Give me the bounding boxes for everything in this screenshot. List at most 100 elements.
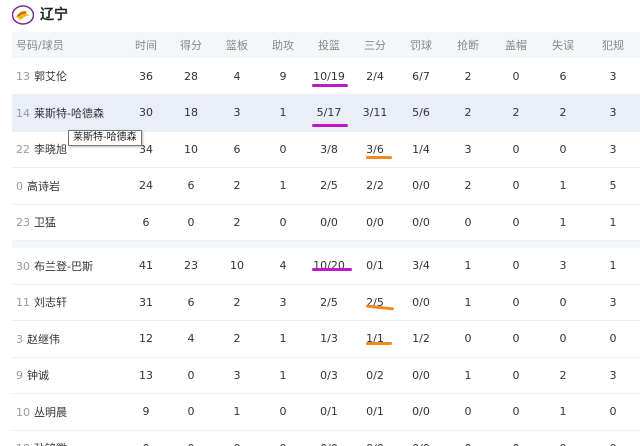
player-name[interactable]: 郭艾伦 bbox=[34, 70, 67, 83]
highlight-underline bbox=[312, 268, 352, 271]
stat-blocks: 0 bbox=[492, 247, 540, 285]
stat-minutes: 41 bbox=[124, 247, 168, 285]
table-row[interactable]: 0 高诗岩 24 6 2 1 2/5 2/2 0/0 2 0 1 5 bbox=[12, 167, 640, 205]
stat-steals: 3 bbox=[444, 131, 492, 168]
stat-assists: 3 bbox=[260, 284, 306, 321]
stat-free-throws: 0/0 bbox=[398, 393, 444, 431]
col-header-player: 号码/球员 bbox=[12, 32, 124, 58]
stat-fouls: 1 bbox=[586, 204, 640, 241]
stat-points: 18 bbox=[168, 94, 214, 132]
player-number: 14 bbox=[16, 106, 30, 120]
stat-free-throws: 6/7 bbox=[398, 58, 444, 95]
stat-turnovers: 1 bbox=[540, 393, 586, 431]
table-row[interactable]: 23 卫猛 6 0 2 0 0/0 0/0 0/0 0 0 1 1 bbox=[12, 204, 640, 241]
stat-turnovers: 0 bbox=[540, 430, 586, 446]
stat-rebounds: 2 bbox=[214, 167, 260, 205]
stat-assists: 0 bbox=[260, 131, 306, 168]
player-cell: 3 赵继伟 bbox=[12, 320, 124, 358]
stat-three-points: 0/1 bbox=[352, 247, 398, 285]
player-number: 11 bbox=[16, 296, 30, 310]
stat-rebounds: 2 bbox=[214, 284, 260, 321]
table-row[interactable]: 18孙铭徽00000/00/00/00000 bbox=[12, 430, 640, 446]
stat-rebounds: 10 bbox=[214, 247, 260, 285]
stat-turnovers: 6 bbox=[540, 58, 586, 95]
table-row[interactable]: 13 郭艾伦 36 28 4 9 10/19 2/4 6/7 2 0 6 3 bbox=[12, 58, 640, 95]
team-header: 辽宁 bbox=[0, 0, 640, 32]
stat-points: 6 bbox=[168, 167, 214, 205]
stat-rebounds: 4 bbox=[214, 58, 260, 95]
stat-blocks: 0 bbox=[492, 393, 540, 431]
player-name[interactable]: 刘志轩 bbox=[34, 296, 67, 309]
player-number: 0 bbox=[16, 179, 23, 193]
stat-rebounds: 3 bbox=[214, 94, 260, 132]
player-cell: 30 布兰登-巴斯 bbox=[12, 247, 124, 285]
group-separator bbox=[12, 240, 640, 248]
stat-rebounds: 6 bbox=[214, 131, 260, 168]
table-row[interactable]: 30 布兰登-巴斯 41 23 10 4 10/20 0/1 3/4 1 0 3 1 bbox=[12, 247, 640, 285]
stat-blocks: 0 bbox=[492, 58, 540, 95]
stat-minutes: 12 bbox=[124, 320, 168, 358]
col-header-assists: 助攻 bbox=[260, 32, 306, 58]
stat-turnovers: 0 bbox=[540, 284, 586, 321]
stat-assists: 0 bbox=[260, 393, 306, 431]
stat-free-throws: 0/0 bbox=[398, 204, 444, 241]
player-name[interactable]: 高诗岩 bbox=[27, 180, 60, 193]
player-cell: 13 郭艾伦 bbox=[12, 58, 124, 95]
stat-fouls: 0 bbox=[586, 393, 640, 431]
highlight-underline bbox=[366, 342, 392, 345]
highlight-underline bbox=[312, 84, 348, 87]
table-row[interactable]: 11 刘志轩 31 6 2 3 2/5 2/5 0/0 1 0 0 3 bbox=[12, 284, 640, 321]
table-row[interactable]: 3 赵继伟 12 4 2 1 1/3 1/1 1/2 0 0 0 0 bbox=[12, 320, 640, 358]
stat-points: 0 bbox=[168, 393, 214, 431]
stat-points: 6 bbox=[168, 284, 214, 321]
col-header-points: 得分 bbox=[168, 32, 214, 58]
stat-minutes: 31 bbox=[124, 284, 168, 321]
stat-turnovers: 1 bbox=[540, 167, 586, 205]
stat-turnovers: 0 bbox=[540, 131, 586, 168]
stat-points: 0 bbox=[168, 357, 214, 394]
player-name[interactable]: 钟诚 bbox=[27, 369, 49, 382]
col-header-free-throws: 罚球 bbox=[398, 32, 444, 58]
stat-assists: 1 bbox=[260, 94, 306, 132]
stat-minutes: 9 bbox=[124, 393, 168, 431]
stat-blocks: 0 bbox=[492, 430, 540, 446]
stat-minutes: 0 bbox=[124, 430, 168, 446]
player-cell: 9 钟诚 bbox=[12, 357, 124, 394]
stat-fouls: 3 bbox=[586, 284, 640, 321]
player-name[interactable]: 赵继伟 bbox=[27, 333, 60, 346]
table-row[interactable]: 9 钟诚 13 0 3 1 0/3 0/2 0/0 1 0 2 3 bbox=[12, 357, 640, 394]
player-number: 9 bbox=[16, 369, 23, 383]
player-name[interactable]: 莱斯特-哈德森 bbox=[34, 107, 104, 120]
stat-blocks: 0 bbox=[492, 167, 540, 205]
stat-three-points: 0/0 bbox=[352, 204, 398, 241]
team-name[interactable]: 辽宁 bbox=[40, 6, 68, 24]
stat-points: 0 bbox=[168, 430, 214, 446]
highlight-underline bbox=[366, 156, 392, 159]
team-logo-icon bbox=[12, 5, 34, 25]
table-row[interactable]: 10 丛明晨 9 0 1 0 0/1 0/1 0/0 0 0 1 0 bbox=[12, 393, 640, 431]
stat-blocks: 0 bbox=[492, 131, 540, 168]
player-cell: 23 卫猛 bbox=[12, 204, 124, 241]
col-header-turnovers: 失误 bbox=[540, 32, 586, 58]
stat-field-goals: 2/5 bbox=[306, 284, 352, 321]
stat-blocks: 0 bbox=[492, 320, 540, 358]
stat-field-goals: 2/5 bbox=[306, 167, 352, 205]
col-header-three-points: 三分 bbox=[352, 32, 398, 58]
stat-free-throws: 0/0 bbox=[398, 430, 444, 446]
player-cell: 14 莱斯特-哈德森 bbox=[12, 94, 124, 132]
stat-assists: 0 bbox=[260, 430, 306, 446]
player-stats-table: 号码/球员 时间 得分 篮板 助攻 投篮 三分 罚球 抢断 盖帽 失误 犯规 1… bbox=[12, 32, 640, 446]
player-name[interactable]: 卫猛 bbox=[34, 216, 56, 229]
stat-three-points: 2/2 bbox=[352, 167, 398, 205]
stat-fouls: 3 bbox=[586, 58, 640, 95]
stat-assists: 0 bbox=[260, 204, 306, 241]
stat-points: 28 bbox=[168, 58, 214, 95]
stat-turnovers: 0 bbox=[540, 320, 586, 358]
player-name[interactable]: 李晓旭 bbox=[34, 143, 67, 156]
stat-fouls: 3 bbox=[586, 357, 640, 394]
player-name[interactable]: 丛明晨 bbox=[34, 406, 67, 419]
player-name[interactable]: 孙铭徽 bbox=[34, 442, 67, 446]
player-name[interactable]: 布兰登-巴斯 bbox=[34, 260, 93, 273]
stat-field-goals: 3/8 bbox=[306, 131, 352, 168]
stat-steals: 1 bbox=[444, 284, 492, 321]
